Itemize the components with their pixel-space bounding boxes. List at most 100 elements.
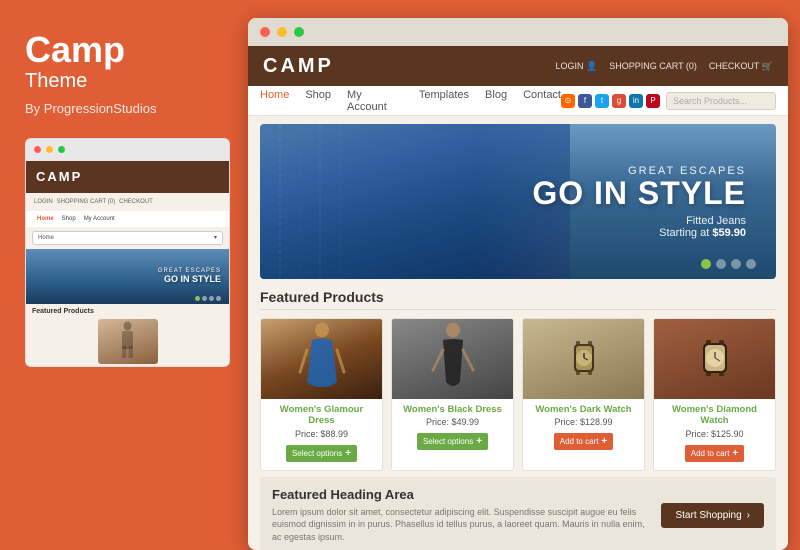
arrow-right-icon: ›: [747, 510, 750, 521]
product-btn-3[interactable]: Add to cart +: [554, 433, 614, 450]
nav-contact[interactable]: Contact: [523, 89, 561, 113]
featured-heading-text: Featured Heading Area Lorem ipsum dolor …: [272, 487, 652, 544]
product-btn-1[interactable]: Select options +: [286, 445, 357, 462]
twitter-icon[interactable]: t: [595, 94, 609, 108]
product-info-1: Women's Glamour Dress Price: $88.99 Sele…: [261, 399, 382, 470]
product-name-4: Women's Diamond Watch: [659, 404, 770, 427]
facebook-icon[interactable]: f: [578, 94, 592, 108]
site-header-right: LOGIN 👤 SHOPPING CART (0) CHECKOUT 🛒: [555, 61, 773, 72]
pinterest-icon[interactable]: P: [646, 94, 660, 108]
search-box[interactable]: Search Products...: [666, 92, 776, 110]
mini-nav: Home Shop My Account: [26, 211, 229, 227]
mini-nav-account: My Account: [81, 216, 118, 222]
hero-dot-3[interactable]: [731, 259, 741, 269]
login-link[interactable]: LOGIN 👤: [555, 61, 597, 72]
product-image-1: [261, 319, 382, 399]
cart-icon: 🛒: [762, 61, 773, 71]
start-shopping-button[interactable]: Start Shopping ›: [661, 503, 764, 528]
product-card-4: Women's Diamond Watch Price: $125.90 Add…: [653, 318, 776, 471]
mini-browser-preview: CAMP LOGIN SHOPPING CART (0) CHECKOUT Ho…: [25, 138, 230, 367]
mini-dot-yellow: [46, 146, 53, 153]
products-grid: Women's Glamour Dress Price: $88.99 Sele…: [260, 318, 776, 471]
checkout-link[interactable]: CHECKOUT 🛒: [709, 61, 773, 72]
browser-dot-green: [294, 27, 304, 37]
mini-hero-dot-1: [195, 296, 200, 301]
checkout-text: CHECKOUT: [709, 61, 759, 71]
googleplus-icon[interactable]: g: [612, 94, 626, 108]
product-card-3: Women's Dark Watch Price: $128.99 Add to…: [522, 318, 645, 471]
nav-shop[interactable]: Shop: [305, 89, 331, 113]
mini-product-row: [26, 317, 229, 366]
mini-top-bar: LOGIN SHOPPING CART (0) CHECKOUT: [26, 193, 229, 211]
theme-subtitle: Theme: [25, 70, 228, 93]
mini-dropdown[interactable]: Home ▾: [32, 231, 223, 245]
nav-home[interactable]: Home: [260, 89, 289, 113]
hero-dot-1[interactable]: [701, 259, 711, 269]
site-logo: CAMP: [263, 55, 334, 78]
dress-figure-1: [297, 322, 347, 397]
product-btn-2[interactable]: Select options +: [417, 433, 488, 450]
mini-hero-dot-2: [202, 296, 207, 301]
mini-product-figure: [98, 319, 158, 364]
hero-dot-2[interactable]: [716, 259, 726, 269]
jeans-image: [260, 124, 570, 279]
dress-figure-2: [428, 322, 478, 397]
start-shopping-label: Start Shopping: [675, 510, 741, 521]
nav-templates[interactable]: Templates: [419, 89, 469, 113]
product-image-2: [392, 319, 513, 399]
product-price-2: Price: $49.99: [397, 417, 508, 427]
user-icon: 👤: [586, 61, 597, 71]
product-info-3: Women's Dark Watch Price: $128.99 Add to…: [523, 399, 644, 458]
left-panel: Camp Theme By ProgressionStudios CAMP LO…: [0, 0, 248, 550]
jeans-texture: [260, 124, 570, 279]
hero-product-name: Fitted Jeans: [686, 215, 746, 227]
watch-figure-4: [685, 339, 745, 379]
product-btn-3-label: Add to cart: [560, 437, 599, 446]
product-image-4: [654, 319, 775, 399]
featured-heading-desc: Lorem ipsum dolor sit amet, consectetur …: [272, 506, 652, 544]
product-btn-4[interactable]: Add to cart +: [685, 445, 745, 462]
product-price-4: Price: $125.90: [659, 429, 770, 439]
mini-nav-shop: Shop: [59, 216, 79, 222]
featured-products-title: Featured Products: [260, 289, 776, 310]
featured-heading-title: Featured Heading Area: [272, 487, 652, 502]
mini-dot-red: [34, 146, 41, 153]
plus-icon-4: +: [732, 448, 738, 459]
featured-heading-area: Featured Heading Area Lorem ipsum dolor …: [260, 477, 776, 550]
nav-links: Home Shop My Account Templates Blog Cont…: [260, 89, 561, 113]
product-name-1: Women's Glamour Dress: [266, 404, 377, 427]
mini-checkout: CHECKOUT: [119, 199, 153, 205]
nav-blog[interactable]: Blog: [485, 89, 507, 113]
product-btn-2-label: Select options: [423, 437, 473, 446]
hero-title: GO IN STYLE: [532, 177, 746, 209]
hero-dot-4[interactable]: [746, 259, 756, 269]
hero-price-label: Starting at: [659, 227, 709, 239]
mini-hero-dot-4: [216, 296, 221, 301]
mini-logo: CAMP: [36, 169, 82, 184]
product-info-2: Women's Black Dress Price: $49.99 Select…: [392, 399, 513, 458]
hero-banner: GREAT ESCAPES GO IN STYLE Fitted Jeans S…: [260, 124, 776, 279]
hero-description: Fitted Jeans Starting at $59.90: [532, 215, 746, 239]
nav-account[interactable]: My Account: [347, 89, 403, 113]
cart-link[interactable]: SHOPPING CART (0): [609, 61, 697, 71]
rss-icon[interactable]: ⊙: [561, 94, 575, 108]
product-name-2: Women's Black Dress: [397, 404, 508, 415]
plus-icon-2: +: [476, 436, 482, 447]
by-line: By ProgressionStudios: [25, 101, 228, 116]
product-price-1: Price: $88.99: [266, 429, 377, 439]
mini-nav-home: Home: [34, 216, 57, 222]
linkedin-icon[interactable]: in: [629, 94, 643, 108]
product-btn-1-label: Select options: [292, 449, 342, 458]
mini-hero: GREAT ESCAPES GO IN STYLE: [26, 249, 229, 304]
product-info-4: Women's Diamond Watch Price: $125.90 Add…: [654, 399, 775, 470]
plus-icon-3: +: [601, 436, 607, 447]
product-card-1: Women's Glamour Dress Price: $88.99 Sele…: [260, 318, 383, 471]
mini-dropdown-area: Home ▾: [26, 227, 229, 249]
product-name-3: Women's Dark Watch: [528, 404, 639, 415]
site-nav: Home Shop My Account Templates Blog Cont…: [248, 86, 788, 116]
mini-login: LOGIN: [34, 199, 53, 205]
mini-cart: SHOPPING CART (0): [57, 199, 115, 205]
browser-bar: [248, 18, 788, 46]
mini-browser-bar: [26, 139, 229, 161]
product-btn-4-label: Add to cart: [691, 449, 730, 458]
